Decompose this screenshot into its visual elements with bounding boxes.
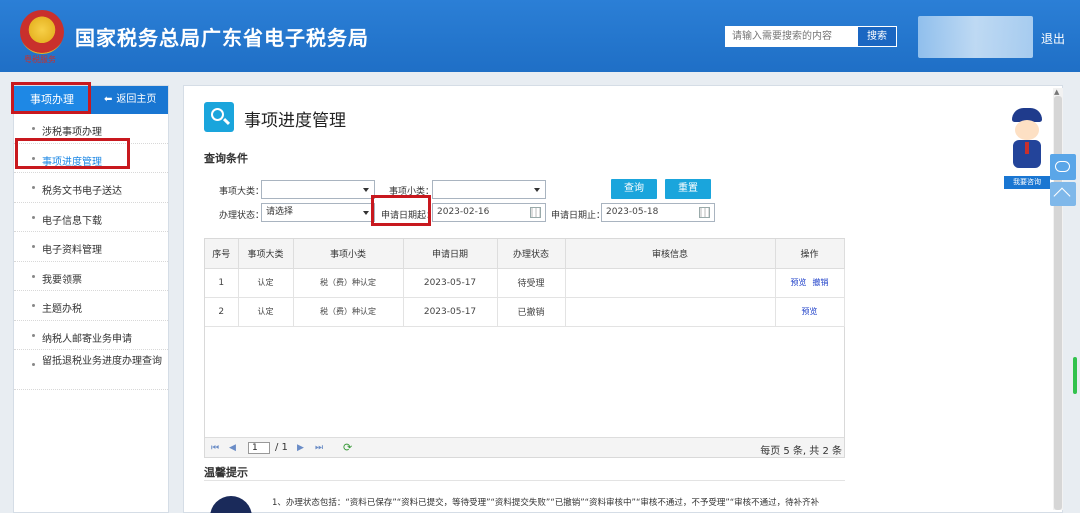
col-header-date: 申请日期 — [403, 239, 498, 269]
table-row: 2 认定 税（费）种认定 2023-05-17 已撤销 预览 — [205, 297, 845, 327]
cell-actions: 预览 — [775, 297, 845, 327]
page-title: 事项进度管理 — [244, 111, 346, 131]
cell-actions: 预览 撤销 — [775, 268, 845, 298]
cell-review — [565, 268, 776, 298]
next-page-icon[interactable]: ▶ — [297, 443, 304, 453]
search-button[interactable]: 搜索 — [857, 26, 897, 47]
first-page-icon[interactable]: ⏮ — [211, 443, 219, 453]
sidebar-tab-matters[interactable]: 事项办理 — [14, 86, 90, 114]
sidebar-item-themed-tax[interactable]: 主题办税 — [14, 291, 168, 321]
sidebar-item-info-download[interactable]: 电子信息下载 — [14, 203, 168, 232]
date-from-label: 申请日期起： — [381, 211, 436, 221]
col-header-index: 序号 — [205, 239, 239, 269]
search-input[interactable] — [725, 26, 857, 47]
cell-category: 认定 — [238, 268, 294, 298]
scroll-up-icon[interactable]: ▲ — [1054, 88, 1059, 96]
query-section-title: 查询条件 — [204, 152, 248, 165]
sidebar-item-refund-query[interactable]: 留抵退税业务进度办理查询 — [14, 350, 168, 390]
cell-date: 2023-05-17 — [403, 268, 498, 298]
date-to-label: 申请日期止： — [551, 211, 606, 221]
date-to-value: 2023-05-18 — [606, 207, 659, 217]
emblem-subtitle: 粤税服务 — [24, 55, 56, 64]
pagination-bar: ⏮ ◀ 1 / 1 ▶ ⏭ ⟳ 每页 5 条, 共 2 条 — [205, 437, 844, 457]
status-select[interactable]: 请选择 — [261, 203, 375, 222]
tips-title: 温馨提示 — [204, 466, 248, 479]
prev-page-icon[interactable]: ◀ — [229, 443, 236, 453]
tips-mascot-icon — [210, 496, 252, 513]
back-arrow-icon: ⬅ — [104, 94, 113, 105]
category-label: 事项大类： — [219, 187, 265, 197]
cell-date: 2023-05-17 — [403, 297, 498, 327]
col-header-actions: 操作 — [775, 239, 845, 269]
back-home-label: 返回主页 — [116, 94, 157, 105]
chevron-down-icon — [363, 188, 369, 192]
back-home-link[interactable]: ⬅ 返回主页 — [104, 86, 156, 114]
subcategory-select[interactable] — [432, 180, 546, 199]
table-row: 1 认定 税（费）种认定 2023-05-17 待受理 预览 撤销 — [205, 268, 845, 298]
preview-link[interactable]: 预览 — [802, 307, 818, 316]
chevron-down-icon — [534, 188, 540, 192]
tips-divider — [204, 480, 845, 481]
cell-status: 待受理 — [497, 268, 566, 298]
site-title: 国家税务总局广东省电子税务局 — [75, 26, 369, 50]
tips-text: 1、办理状态包括：“资料已保存”“资料已提交，等待受理”“资料提交失败”“已撤销… — [272, 498, 820, 508]
chat-icon[interactable] — [1050, 154, 1076, 180]
sidebar-item-e-documents[interactable]: 电子资料管理 — [14, 232, 168, 262]
table-header-row: 序号 事项大类 事项小类 申请日期 办理状态 审核信息 操作 — [205, 239, 845, 269]
calendar-icon[interactable] — [699, 207, 710, 218]
pagination-summary: 每页 5 条, 共 2 条 — [760, 446, 842, 457]
calendar-icon[interactable] — [530, 207, 541, 218]
tax-emblem-icon — [20, 10, 64, 54]
sidebar-item-mail-service[interactable]: 纳税人邮寄业务申请 — [14, 321, 168, 350]
sidebar-item-e-delivery[interactable]: 税务文书电子送达 — [14, 173, 168, 203]
cell-subcategory: 税（费）种认定 — [293, 297, 404, 327]
cell-subcategory: 税（费）种认定 — [293, 268, 404, 298]
col-header-subcategory: 事项小类 — [293, 239, 404, 269]
page-total: / 1 — [275, 442, 288, 453]
sidebar-item-get-invoice[interactable]: 我要领票 — [14, 262, 168, 291]
results-table: 序号 事项大类 事项小类 申请日期 办理状态 审核信息 操作 1 认定 税（费）… — [205, 239, 845, 327]
query-button[interactable]: 查询 — [611, 179, 657, 199]
logout-link[interactable]: 退出 — [1041, 30, 1065, 47]
date-to-input[interactable]: 2023-05-18 — [601, 203, 715, 222]
sidebar-item-progress[interactable]: 事项进度管理 — [14, 144, 168, 173]
consult-button[interactable]: 我要咨询 — [1004, 176, 1050, 189]
col-header-category: 事项大类 — [238, 239, 294, 269]
cell-index: 1 — [205, 268, 239, 298]
status-select-value: 请选择 — [266, 207, 294, 217]
side-indicator-bar — [1073, 357, 1077, 394]
back-to-top-icon[interactable] — [1050, 182, 1076, 206]
chevron-down-icon — [363, 211, 369, 215]
cell-category: 认定 — [238, 297, 294, 327]
sidebar-item-tax-matters[interactable]: 涉税事项办理 — [14, 114, 168, 144]
revoke-link[interactable]: 撤销 — [813, 278, 829, 287]
sidebar: 事项办理 ⬅ 返回主页 涉税事项办理 事项进度管理 税务文书电子送达 电子信息下载… — [13, 85, 169, 513]
subcategory-label: 事项小类： — [389, 187, 435, 197]
date-from-value: 2023-02-16 — [437, 207, 490, 217]
cell-review — [565, 297, 776, 327]
category-select[interactable] — [261, 180, 375, 199]
sidebar-header: 事项办理 ⬅ 返回主页 — [14, 86, 168, 114]
main-panel: 事项进度管理 查询条件 事项大类： 事项小类： 查询 重置 办理状态： 请选择 … — [183, 85, 1063, 513]
preview-link[interactable]: 预览 — [791, 278, 807, 287]
cell-index: 2 — [205, 297, 239, 327]
page-number-input[interactable]: 1 — [248, 442, 270, 454]
consult-mascot-icon[interactable] — [1004, 108, 1050, 174]
reset-button[interactable]: 重置 — [665, 179, 711, 199]
cell-status: 已撤销 — [497, 297, 566, 327]
status-label: 办理状态： — [219, 211, 265, 221]
site-header: 粤税服务 国家税务总局广东省电子税务局 搜索 退出 — [0, 0, 1080, 72]
col-header-review: 审核信息 — [565, 239, 776, 269]
last-page-icon[interactable]: ⏭ — [315, 443, 323, 453]
date-from-input[interactable]: 2023-02-16 — [432, 203, 546, 222]
refresh-icon[interactable]: ⟳ — [343, 441, 352, 454]
col-header-status: 办理状态 — [497, 239, 566, 269]
search-icon — [204, 102, 234, 132]
user-info-blurred — [918, 16, 1033, 58]
results-grid: 序号 事项大类 事项小类 申请日期 办理状态 审核信息 操作 1 认定 税（费）… — [204, 238, 845, 458]
